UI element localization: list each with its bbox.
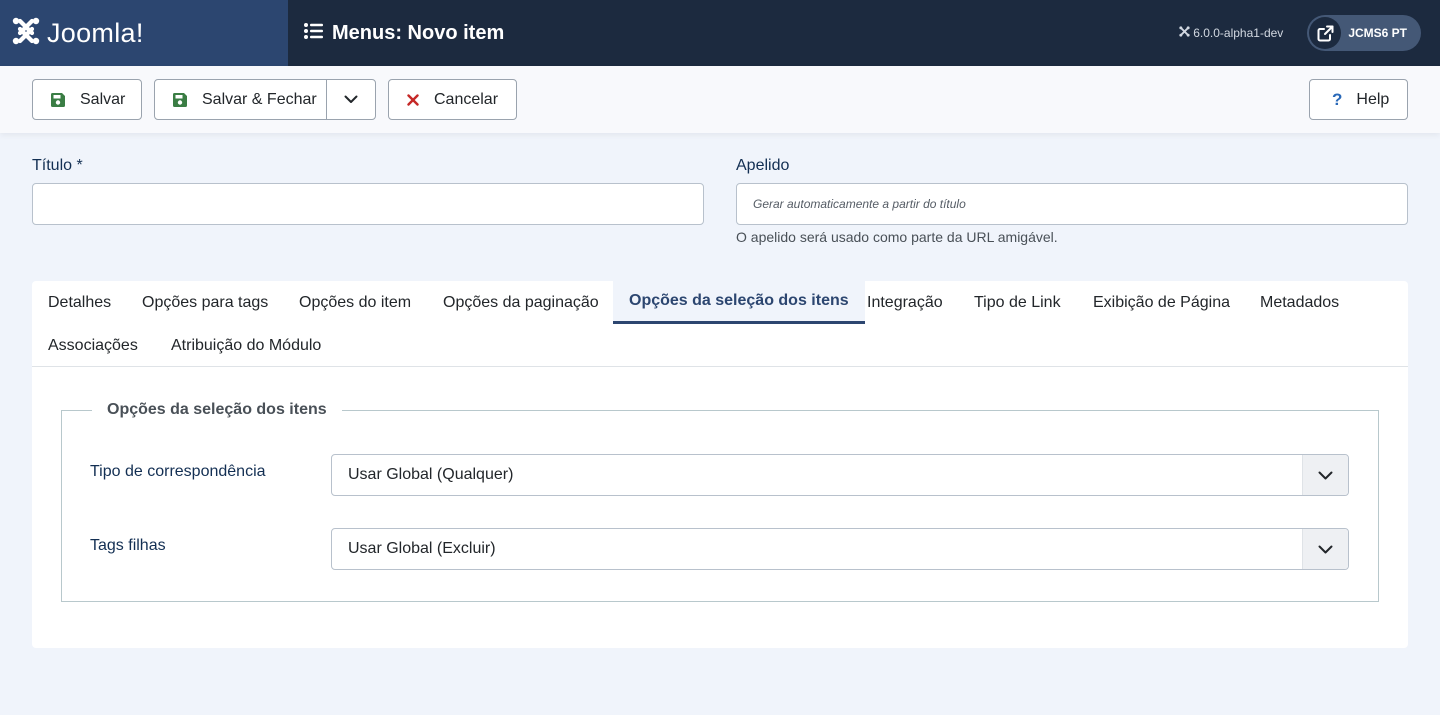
cancel-label: Cancelar: [434, 90, 499, 108]
fieldset-legend: Opções da seleção dos itens: [92, 401, 342, 419]
chevron-down-icon: [1302, 529, 1348, 569]
tab-associacoes[interactable]: Associações: [32, 324, 154, 367]
page-heading: Menus: Novo item: [304, 22, 504, 45]
tabs-card: Detalhes Opções para tags Opções do item…: [32, 281, 1408, 648]
match-type-label: Tipo de correspondência: [90, 463, 266, 480]
site-name: JCMS6 PT: [1348, 26, 1407, 40]
version-info: 6.0.0-alpha1-dev: [1179, 26, 1283, 40]
chevron-down-icon: [344, 91, 358, 109]
save-icon: [51, 92, 65, 107]
tab-opcoes-tags[interactable]: Opções para tags: [126, 281, 284, 324]
top-header: Joomla! Menus: Novo item 6.0.0-alpha1-de…: [0, 0, 1440, 66]
tab-integracao[interactable]: Integração: [851, 281, 959, 324]
close-icon: [407, 93, 419, 106]
joomla-logo-icon: [11, 16, 41, 51]
save-options-dropdown[interactable]: [327, 80, 375, 119]
site-link-button[interactable]: JCMS6 PT: [1307, 15, 1421, 51]
save-close-button-group: Salvar & Fechar: [154, 79, 376, 120]
tab-opcoes-selecao-itens[interactable]: Opções da seleção dos itens: [613, 281, 865, 324]
question-icon: ?: [1332, 89, 1343, 109]
save-close-button[interactable]: Salvar & Fechar: [155, 80, 327, 119]
help-label: Help: [1356, 90, 1390, 108]
title-input[interactable]: [32, 183, 704, 225]
save-icon: [173, 92, 187, 107]
save-close-label: Salvar & Fechar: [202, 90, 317, 108]
child-tags-label: Tags filhas: [90, 537, 166, 554]
save-label: Salvar: [80, 90, 126, 108]
list-icon: [304, 22, 323, 44]
alias-input[interactable]: [736, 183, 1408, 225]
child-tags-select[interactable]: Usar Global (Excluir): [331, 528, 1349, 570]
tab-bar: Detalhes Opções para tags Opções do item…: [32, 281, 1408, 367]
help-button[interactable]: ? Help: [1309, 79, 1408, 120]
tab-exibicao-pagina[interactable]: Exibição de Página: [1077, 281, 1246, 324]
title-label: Título *: [32, 157, 83, 174]
tab-opcoes-item[interactable]: Opções do item: [283, 281, 427, 324]
match-type-select[interactable]: Usar Global (Qualquer): [331, 454, 1349, 496]
tab-opcoes-paginacao[interactable]: Opções da paginação: [427, 281, 615, 324]
item-selection-fieldset: Opções da seleção dos itens Tipo de corr…: [61, 401, 1379, 602]
joomla-logo-text: Joomla!: [47, 17, 144, 48]
joomla-logo[interactable]: Joomla!: [0, 0, 288, 66]
child-tags-value: Usar Global (Excluir): [348, 540, 496, 557]
tab-tipo-link[interactable]: Tipo de Link: [958, 281, 1077, 324]
tab-detalhes[interactable]: Detalhes: [32, 281, 127, 324]
cancel-button[interactable]: Cancelar: [388, 79, 517, 120]
external-link-icon: [1309, 17, 1342, 49]
save-button[interactable]: Salvar: [32, 79, 142, 120]
alias-label: Apelido: [736, 157, 790, 174]
tab-metadados[interactable]: Metadados: [1244, 281, 1355, 324]
joomla-mini-icon: [1179, 26, 1190, 40]
alias-hint: O apelido será usado como parte da URL a…: [736, 229, 1058, 245]
toolbar: Salvar Salvar & Fechar Cancelar ? Help: [0, 66, 1440, 133]
match-type-value: Usar Global (Qualquer): [348, 466, 514, 483]
chevron-down-icon: [1302, 455, 1348, 495]
tab-atribuicao-modulo[interactable]: Atribuição do Módulo: [155, 324, 337, 367]
page-title: Menus: Novo item: [332, 21, 505, 44]
version-text: 6.0.0-alpha1-dev: [1193, 26, 1284, 40]
